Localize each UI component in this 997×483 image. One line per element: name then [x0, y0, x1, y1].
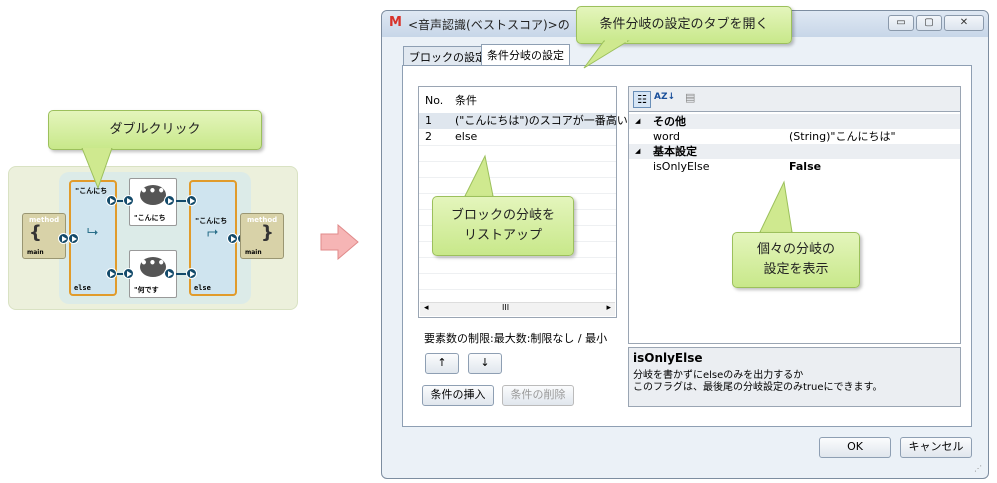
scroll-thumb[interactable]: III [502, 303, 509, 312]
block-else-label: else [194, 284, 211, 292]
property-key: isOnlyElse [653, 160, 710, 173]
sort-alpha-icon[interactable]: AZ↓ [654, 92, 675, 102]
description-line: このフラグは、最後尾の分岐設定のみtrueにできます。 [633, 382, 883, 393]
tab-block-settings[interactable]: ブロックの設定 [403, 46, 492, 65]
row-no: 1 [425, 114, 432, 127]
row-condition: ("こんにちは")のスコアが一番高い [455, 114, 628, 127]
row-condition: else [455, 130, 478, 143]
port-icon [164, 268, 175, 279]
categorized-icon[interactable]: ☷ [633, 91, 651, 108]
port-icon [164, 195, 175, 206]
property-category[interactable]: ◢ 基本設定 [629, 144, 960, 159]
dialog-title: <音声認識(ベストスコア)>の [408, 18, 570, 32]
move-down-button[interactable]: ↓ [468, 353, 502, 374]
callout-list-up: ブロックの分岐を リストアップ [432, 196, 574, 256]
list-item[interactable]: 1 ("こんにちは")のスコアが一番高い [419, 113, 628, 129]
property-row[interactable]: word (String)"こんにちは" [629, 129, 960, 144]
collapse-icon[interactable]: ◢ [635, 114, 640, 129]
callout-tail [759, 180, 793, 234]
category-name: 基本設定 [653, 145, 697, 158]
description-title: isOnlyElse [633, 351, 703, 365]
branch-icon: ⮡ [87, 224, 99, 240]
port-icon [106, 195, 117, 206]
block-else-label: else [74, 284, 91, 292]
property-row[interactable]: isOnlyElse False [629, 159, 960, 174]
column-header-no: No. [425, 94, 444, 107]
property-category[interactable]: ◢ その他 [629, 114, 960, 129]
talk-text: "こんにち [134, 214, 166, 222]
resize-grip-icon[interactable]: ⋰ [974, 464, 982, 473]
delete-condition-button[interactable]: 条件の削除 [502, 385, 574, 406]
callout-open-tab: 条件分岐の設定のタブを開く [576, 6, 792, 44]
close-brace-icon: } [261, 222, 274, 243]
ok-button[interactable]: OK [819, 437, 891, 458]
callout-tail [81, 148, 113, 190]
property-value[interactable]: False [789, 159, 821, 174]
callout-double-click: ダブルクリック [48, 110, 262, 150]
maximize-button[interactable]: ▢ [916, 15, 942, 31]
column-header-condition: 条件 [455, 94, 477, 107]
port-icon [68, 233, 79, 244]
close-button[interactable]: ✕ [944, 15, 984, 31]
horizontal-scrollbar[interactable]: ◂ III ▸ [420, 302, 615, 316]
talk-text: "何です [134, 286, 159, 294]
scroll-right-icon[interactable]: ▸ [606, 303, 611, 313]
speech-bubble-icon: ••• [140, 257, 166, 277]
property-toolbar: ☷ AZ↓ ▤ [628, 86, 961, 112]
row-no: 2 [425, 130, 432, 143]
callout-show-settings: 個々の分岐の 設定を表示 [732, 232, 860, 288]
method-name: main [245, 249, 262, 256]
list-header: No. 条件 [419, 93, 616, 109]
method-name: main [27, 249, 44, 256]
cancel-button[interactable]: キャンセル [900, 437, 972, 458]
property-key: word [653, 130, 681, 143]
insert-condition-button[interactable]: 条件の挿入 [422, 385, 494, 406]
limit-text: 要素数の制限:最大数:制限なし / 最小 [424, 332, 608, 345]
tab-branch-settings[interactable]: 条件分岐の設定 [481, 44, 570, 66]
port-icon [186, 268, 197, 279]
collapse-icon[interactable]: ◢ [635, 144, 640, 159]
property-description: isOnlyElse 分岐を書かずにelseのみを出力するか このフラグは、最後… [628, 347, 961, 407]
minimize-button[interactable]: ▭ [888, 15, 914, 31]
port-icon [106, 268, 117, 279]
category-name: その他 [653, 115, 686, 128]
list-item[interactable]: 2 else [419, 129, 616, 145]
property-pages-icon[interactable]: ▤ [685, 91, 695, 104]
move-up-button[interactable]: ↑ [425, 353, 459, 374]
method-block-right[interactable]: method } main [240, 213, 284, 259]
property-value[interactable]: (String)"こんにちは" [789, 129, 896, 144]
port-icon [186, 195, 197, 206]
callout-tail [464, 154, 494, 198]
callout-tail [583, 40, 630, 69]
port-icon [123, 195, 134, 206]
scroll-left-icon[interactable]: ◂ [424, 303, 429, 313]
app-logo-icon: M [389, 15, 402, 30]
right-arrow-icon [320, 224, 359, 260]
speech-bubble-icon: ••• [140, 185, 166, 205]
open-brace-icon: { [29, 222, 42, 243]
branch-icon: ⮣ [207, 224, 219, 240]
port-icon [123, 268, 134, 279]
